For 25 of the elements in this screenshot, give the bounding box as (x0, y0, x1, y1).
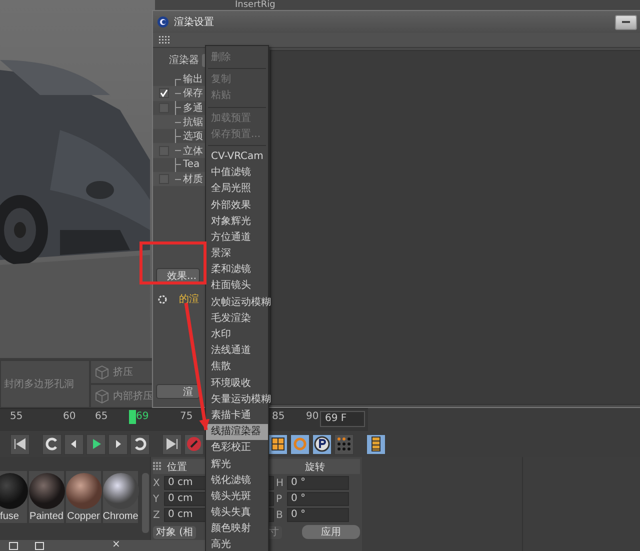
tick-label: 65 (95, 411, 108, 422)
renderer-label: 渲染器 (169, 54, 199, 67)
tool-label: 内部挤压 (113, 390, 153, 403)
axis-label: X (153, 478, 161, 488)
axis-label: B (276, 510, 284, 520)
axis-label: Z (153, 510, 161, 520)
material-name: fuse (0, 511, 19, 523)
window-title: 渲染设置 (174, 16, 214, 29)
column-header: 位置 (166, 460, 187, 474)
material-name: Painted (30, 511, 64, 523)
tick-label: 55 (10, 411, 23, 422)
tick-label: 60 (63, 411, 76, 422)
column-header: 旋转 (305, 460, 325, 474)
material-name: Copper (67, 511, 100, 523)
tick-label: 90 (306, 411, 319, 422)
tool-label: 封闭多边形孔洞 (4, 378, 74, 391)
tick-label: 85 (272, 411, 285, 422)
tool-label: 挤压 (113, 366, 133, 379)
axis-label: Y (153, 494, 160, 504)
current-frame-label: 69 (136, 411, 149, 422)
axis-label: H (276, 478, 285, 488)
axis-label: P (276, 494, 284, 504)
tick-label: 75 (180, 411, 193, 422)
object-label: InsertRig (235, 0, 276, 10)
material-name: Chrome (102, 511, 138, 523)
